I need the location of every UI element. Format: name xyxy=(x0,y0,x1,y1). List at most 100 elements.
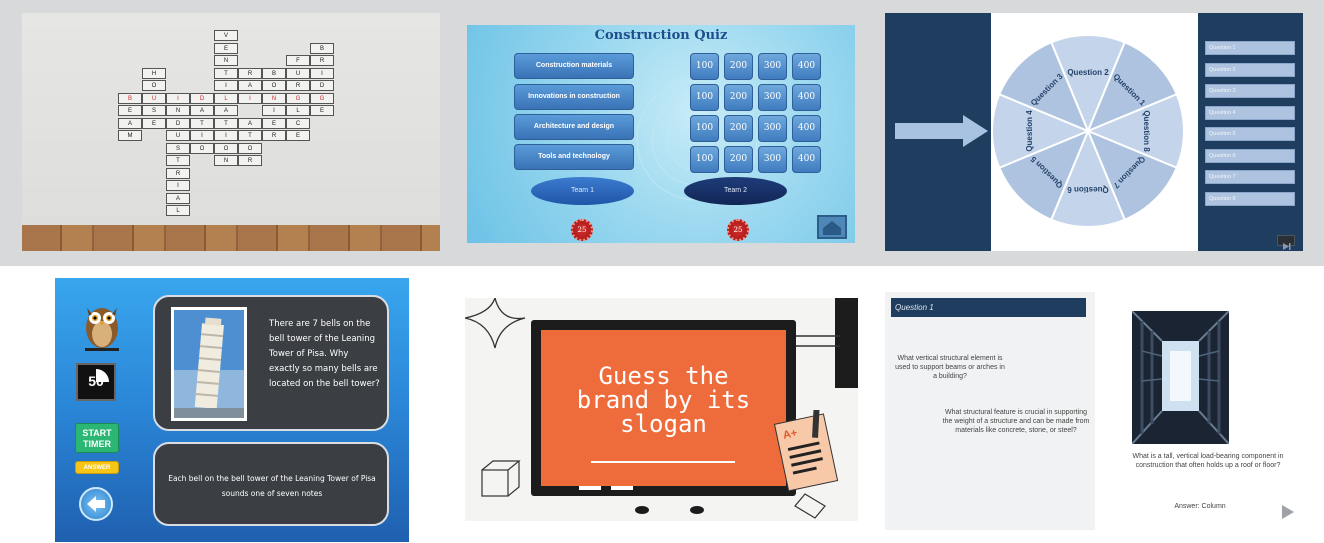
headline-line: brand by its xyxy=(576,386,751,414)
crossword-cell: A xyxy=(166,192,190,204)
crossword-cell: A xyxy=(190,105,214,116)
team2-button[interactable]: Team 2 xyxy=(684,177,787,205)
question-list-item[interactable]: Question 8 xyxy=(1205,191,1295,206)
question-list-item[interactable]: Question 1 xyxy=(1205,41,1295,55)
answer-text: Each bell on the bell tower of the Leani… xyxy=(168,474,376,498)
column-answer-slide: What is a tall, vertical load-bearing co… xyxy=(1110,298,1310,530)
arrow-right-icon xyxy=(895,115,988,147)
crossword-cell: S xyxy=(166,142,190,154)
home-button[interactable] xyxy=(817,215,847,239)
points-tile[interactable]: 400 xyxy=(792,53,821,80)
wheel-label: Question 8 xyxy=(1142,110,1151,152)
crossword-cell: F xyxy=(286,55,310,66)
points-tile[interactable]: 100 xyxy=(690,84,719,111)
category-button[interactable]: Construction materials xyxy=(514,53,634,79)
team1-button[interactable]: Team 1 xyxy=(531,177,634,205)
question-list-item[interactable]: Question 7 xyxy=(1205,170,1295,184)
crossword-cell: E xyxy=(118,105,142,116)
timer-value: 50 xyxy=(88,373,104,389)
column-photo xyxy=(1132,311,1229,444)
category-button[interactable]: Architecture and design xyxy=(514,114,634,140)
category-button[interactable]: Tools and technology xyxy=(514,144,634,170)
crossword-cell: T xyxy=(238,130,262,141)
crossword-cell: T xyxy=(166,155,190,166)
crossword-cell: U xyxy=(286,67,310,79)
start-timer-button[interactable]: START TIMER xyxy=(75,423,119,453)
points-tile[interactable]: 200 xyxy=(724,84,753,111)
question-list-item[interactable]: Question 6 xyxy=(1205,148,1295,163)
crossword-cell: U xyxy=(166,130,190,141)
crossword-cell: G xyxy=(286,92,310,104)
crossword-cell: I xyxy=(190,130,214,141)
crossword-cell: I xyxy=(214,80,238,91)
wheel-label: Question 4 xyxy=(1025,110,1034,152)
question-list-item[interactable]: Question 3 xyxy=(1205,84,1295,98)
crossword-cell: D xyxy=(190,92,214,104)
brand-headline: Guess the brand by its slogan xyxy=(541,364,786,436)
crossword-cell: N xyxy=(166,105,190,116)
crossword-cell: I xyxy=(214,130,238,141)
question-wheel[interactable]: Question 2 Question 1Question 8Question 7… xyxy=(991,13,1191,251)
crossword-cell: O xyxy=(262,80,286,91)
crossword-cell: A xyxy=(214,105,238,116)
points-tile[interactable]: 300 xyxy=(758,84,787,111)
crossword-grid: VENTILATIONHOUSEBEAMIDINGNADTUSTRIALRAAT… xyxy=(94,30,380,222)
answer-button[interactable]: ANSWER xyxy=(75,461,119,474)
crossword-cell: V xyxy=(214,30,238,41)
team2-score-badge: 25 xyxy=(727,219,749,241)
points-tile[interactable]: 300 xyxy=(758,146,787,173)
question-list-item[interactable]: Question 5 xyxy=(1205,127,1295,141)
category-button[interactable]: Innovations in construction xyxy=(514,84,634,110)
crossword-cell: M xyxy=(118,130,142,141)
tv-dash xyxy=(579,486,601,490)
question-header: Question 1 xyxy=(891,298,1086,317)
crossword-cell: R xyxy=(286,80,310,91)
crossword-cell: I xyxy=(262,105,286,116)
crossword-cell: U xyxy=(142,92,166,104)
points-tile[interactable]: 400 xyxy=(792,115,821,142)
question-text: There are 7 bells on the bell tower of t… xyxy=(269,319,380,389)
crossword-cell: R xyxy=(262,130,286,141)
crossword-cell: I xyxy=(238,92,262,104)
crossword-cell: N xyxy=(262,92,286,104)
crossword-cell: B xyxy=(262,67,286,79)
points-tile[interactable]: 200 xyxy=(724,115,753,142)
back-button[interactable] xyxy=(79,487,113,521)
points-tile[interactable]: 100 xyxy=(690,115,719,142)
crossword-cell: T xyxy=(214,67,238,79)
column-question-text: What is a tall, vertical load-bearing co… xyxy=(1132,453,1284,469)
play-icon xyxy=(1283,243,1291,250)
question-list-item[interactable]: Question 4 xyxy=(1205,105,1295,120)
timer-display: 50 xyxy=(76,363,116,401)
answer-card: Each bell on the bell tower of the Leani… xyxy=(153,442,389,526)
points-tile[interactable]: 100 xyxy=(690,53,719,80)
crossword-cell: T xyxy=(214,117,238,129)
crossword-cell: R xyxy=(166,167,190,179)
question-list-item[interactable]: Question 2 xyxy=(1205,62,1295,77)
crossword-cell: R xyxy=(238,67,262,79)
crossword-cell: B xyxy=(118,92,142,104)
column-answer-text: Answer: Column xyxy=(1174,503,1226,510)
points-tile[interactable]: 200 xyxy=(724,146,753,173)
points-tile[interactable]: 100 xyxy=(690,146,719,173)
crossword-cell: L xyxy=(286,105,310,116)
crossword-cell: E xyxy=(310,105,334,116)
crossword-cell: E xyxy=(262,117,286,129)
crossword-cell: A xyxy=(238,80,262,91)
points-tile[interactable]: 200 xyxy=(724,53,753,80)
wheel-label: Question 6 xyxy=(1067,185,1109,194)
points-tile[interactable]: 400 xyxy=(792,146,821,173)
play-arrow-icon[interactable] xyxy=(1280,504,1296,520)
points-tile[interactable]: 400 xyxy=(792,84,821,111)
owl-icon xyxy=(85,308,119,351)
crossword-cell: T xyxy=(190,117,214,129)
graded-paper-icon: A+ xyxy=(773,410,839,492)
wheel-label: Question 2 xyxy=(1067,68,1109,77)
points-tile[interactable]: 300 xyxy=(758,53,787,80)
crossword-cell: C xyxy=(286,117,310,129)
arrow-left-icon xyxy=(87,496,105,512)
next-button[interactable] xyxy=(1277,235,1295,250)
wood-floor xyxy=(22,225,440,251)
crossword-cell: I xyxy=(310,67,334,79)
points-tile[interactable]: 300 xyxy=(758,115,787,142)
